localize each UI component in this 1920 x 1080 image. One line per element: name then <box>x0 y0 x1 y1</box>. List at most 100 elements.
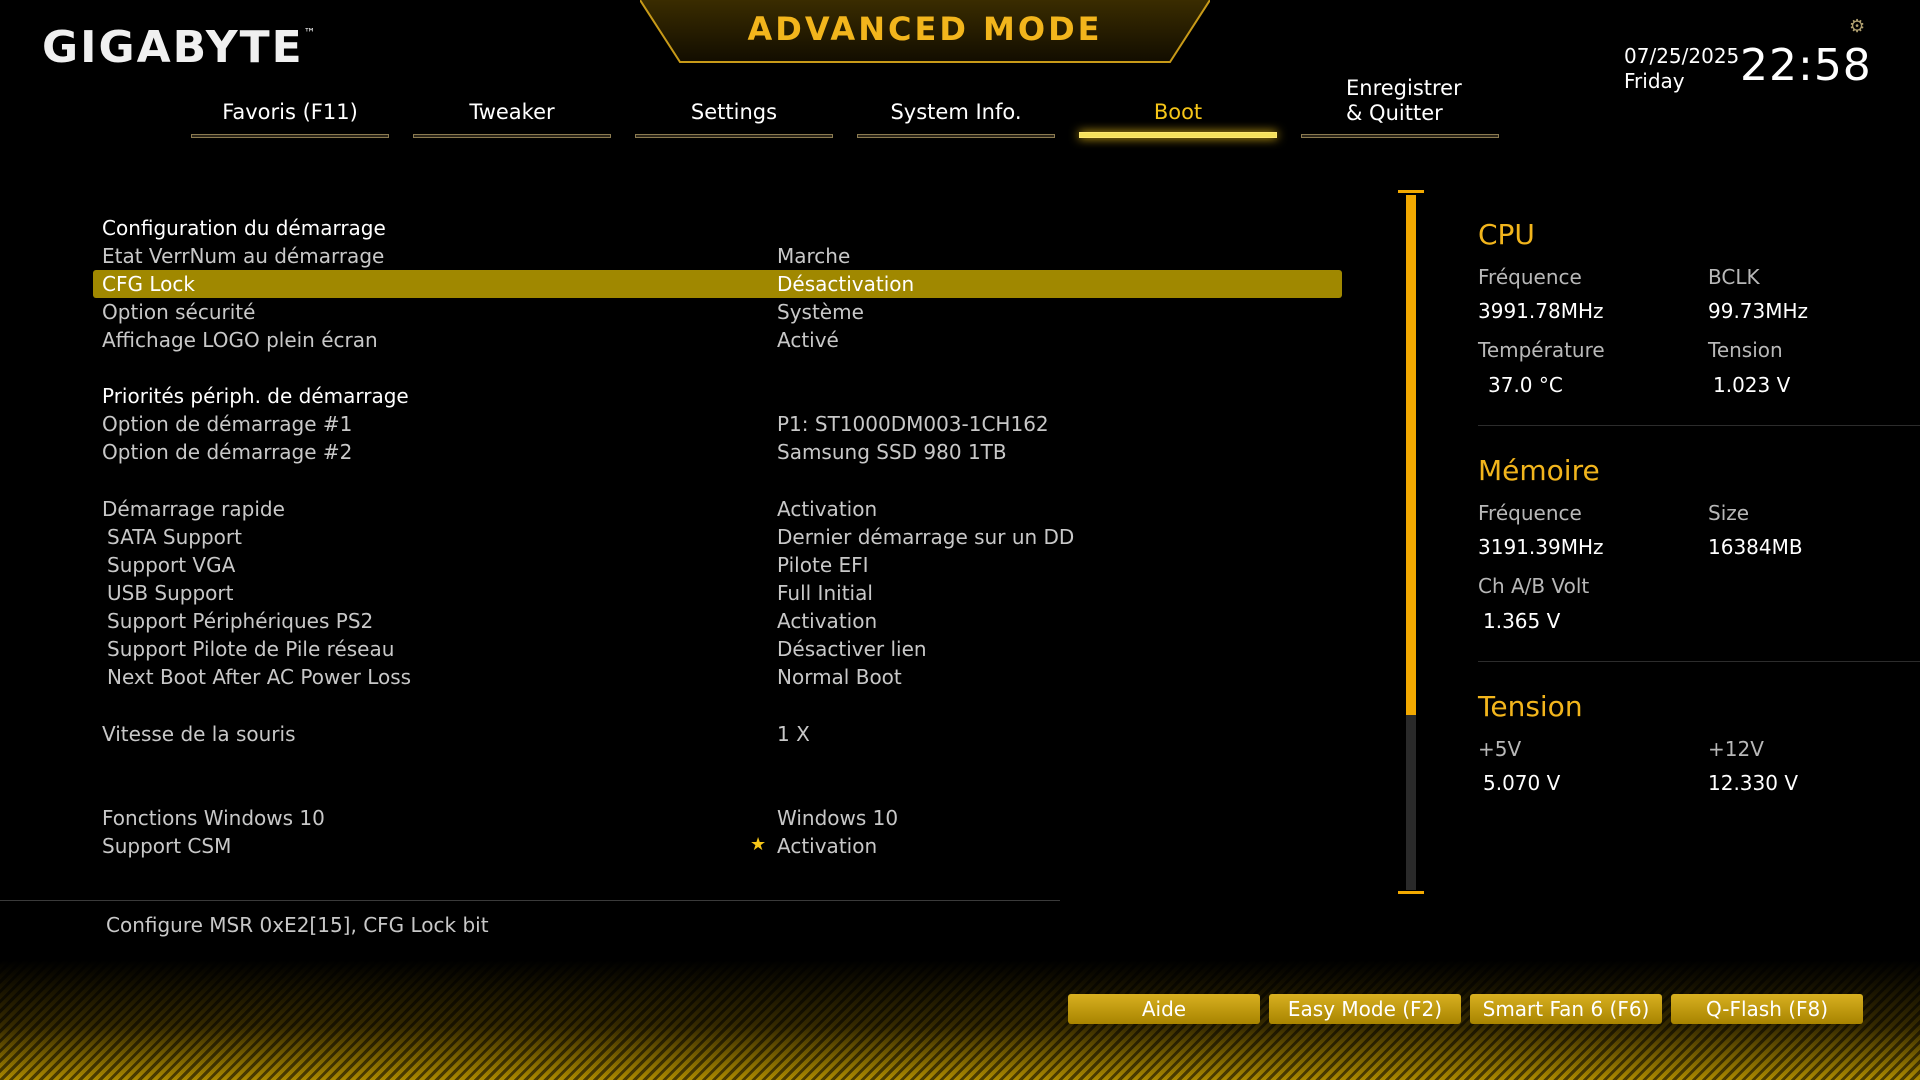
setting-label: Option de démarrage #1 <box>102 412 353 436</box>
setting-value: P1: ST1000DM003-1CH162 <box>777 412 1049 436</box>
setting-label: Support Pilote de Pile réseau <box>107 637 395 661</box>
tab-tweaker[interactable]: Tweaker <box>413 90 611 138</box>
setting-mouse-speed[interactable]: Vitesse de la souris 1 X <box>93 720 1342 748</box>
setting-numlock[interactable]: Etat VerrNum au démarrage Marche <box>93 242 1342 270</box>
section-boot-priority: Priorités périph. de démarrage <box>102 384 409 408</box>
tab-underline <box>1079 132 1277 138</box>
setting-value: Dernier démarrage sur un DD <box>777 525 1075 549</box>
setting-label: Fonctions Windows 10 <box>102 806 325 830</box>
setting-next-boot-ac[interactable]: Next Boot After AC Power Loss Normal Boot <box>93 663 1342 691</box>
setting-value: Désactiver lien <box>777 637 927 661</box>
setting-label: Démarrage rapide <box>102 497 285 521</box>
setting-value: Désactivation <box>777 272 915 296</box>
star-icon: ★ <box>750 834 767 855</box>
setting-value: Activation <box>777 609 878 633</box>
setting-value: Activation <box>777 834 878 858</box>
setting-label: USB Support <box>107 581 234 605</box>
section-boot-config: Configuration du démarrage <box>102 216 386 240</box>
q-flash-button[interactable]: Q-Flash (F8) <box>1671 994 1863 1024</box>
v5-label: +5V <box>1478 737 1522 761</box>
clock: 22:58 <box>1740 40 1872 91</box>
date-text: 07/25/2025 <box>1624 44 1740 68</box>
mode-title: ADVANCED MODE <box>747 10 1103 48</box>
setting-value: Samsung SSD 980 1TB <box>777 440 1007 464</box>
tab-favoris[interactable]: Favoris (F11) <box>191 90 389 138</box>
setting-label: CFG Lock <box>102 272 195 296</box>
setting-fast-boot[interactable]: Démarrage rapide Activation <box>93 495 1342 523</box>
cpu-temp-label: Température <box>1478 338 1605 362</box>
setting-label: Next Boot After AC Power Loss <box>107 665 412 689</box>
memory-size-value: 16384MB <box>1708 535 1803 559</box>
setting-label: Option de démarrage #2 <box>102 440 353 464</box>
day-text: Friday <box>1624 69 1685 93</box>
setting-boot-option-1[interactable]: Option de démarrage #1 P1: ST1000DM003-1C… <box>93 410 1342 438</box>
setting-sata-support[interactable]: SATA Support Dernier démarrage sur un DD <box>93 523 1342 551</box>
setting-value: Full Initial <box>777 581 873 605</box>
memory-volt-value: 1.365 V <box>1483 609 1561 633</box>
memory-size-label: Size <box>1708 501 1750 525</box>
setting-value: Normal Boot <box>777 665 902 689</box>
setting-value: 1 X <box>777 722 810 746</box>
smart-fan-button[interactable]: Smart Fan 6 (F6) <box>1470 994 1662 1024</box>
tab-label: Tweaker <box>469 100 555 124</box>
cpu-bclk-label: BCLK <box>1708 265 1760 289</box>
setting-label: Affichage LOGO plein écran <box>102 328 378 352</box>
setting-ps2-support[interactable]: Support Périphériques PS2 Activation <box>93 607 1342 635</box>
memory-volt-label: Ch A/B Volt <box>1478 574 1590 598</box>
cpu-volt-value: 1.023 V <box>1713 373 1791 397</box>
memory-title: Mémoire <box>1478 454 1600 487</box>
voltage-title: Tension <box>1478 690 1583 723</box>
setting-label: Support VGA <box>107 553 236 577</box>
v12-value: 12.330 V <box>1708 771 1799 795</box>
tab-label: Boot <box>1153 100 1203 124</box>
setting-value: Activé <box>777 328 839 352</box>
setting-value: Windows 10 <box>777 806 899 830</box>
setting-value: Activation <box>777 497 878 521</box>
tab-system-info[interactable]: System Info. <box>857 90 1055 138</box>
tab-underline <box>413 134 611 138</box>
cpu-freq-value: 3991.78MHz <box>1478 299 1604 323</box>
scrollbar-thumb[interactable] <box>1406 195 1416 715</box>
tab-settings[interactable]: Settings <box>635 90 833 138</box>
tab-underline <box>635 134 833 138</box>
cpu-title: CPU <box>1478 218 1535 251</box>
tab-label: System Info. <box>890 100 1022 124</box>
tab-boot[interactable]: Boot <box>1079 90 1277 138</box>
tab-underline <box>191 134 389 138</box>
setting-label: Support CSM <box>102 834 232 858</box>
scrollbar-top-cap <box>1398 190 1424 193</box>
gigabyte-logo: GIGABYTE™ <box>42 22 318 73</box>
memory-freq-label: Fréquence <box>1478 501 1582 525</box>
memory-freq-value: 3191.39MHz <box>1478 535 1604 559</box>
cpu-freq-label: Fréquence <box>1478 265 1582 289</box>
setting-boot-option-2[interactable]: Option de démarrage #2 Samsung SSD 980 1T… <box>93 438 1342 466</box>
setting-label: Option sécurité <box>102 300 256 324</box>
v12-label: +12V <box>1708 737 1764 761</box>
setting-csm-support[interactable]: Support CSM ★ Activation <box>93 832 1342 860</box>
setting-value: Système <box>777 300 864 324</box>
setting-vga-support[interactable]: Support VGA Pilote EFI <box>93 551 1342 579</box>
date-display: 07/25/2025 Friday <box>1624 44 1739 94</box>
setting-windows10-features[interactable]: Fonctions Windows 10 Windows 10 <box>93 804 1342 832</box>
help-button[interactable]: Aide <box>1068 994 1260 1024</box>
setting-label: Etat VerrNum au démarrage <box>102 244 385 268</box>
help-text: Configure MSR 0xE2[15], CFG Lock bit <box>106 913 489 937</box>
setting-value: Marche <box>777 244 851 268</box>
cpu-temp-value: 37.0 °C <box>1488 373 1563 397</box>
setting-cfg-lock[interactable]: CFG Lock Désactivation <box>93 270 1342 298</box>
v5-value: 5.070 V <box>1483 771 1561 795</box>
panel-divider <box>1478 661 1920 662</box>
setting-fullscreen-logo[interactable]: Affichage LOGO plein écran Activé <box>93 326 1342 354</box>
tab-underline <box>1301 134 1499 138</box>
scrollbar-bottom-cap <box>1398 891 1424 894</box>
setting-usb-support[interactable]: USB Support Full Initial <box>93 579 1342 607</box>
gear-icon[interactable]: ⚙ <box>1849 16 1865 37</box>
cpu-volt-label: Tension <box>1708 338 1783 362</box>
tab-label: Favoris (F11) <box>222 100 358 124</box>
tab-save-exit[interactable]: Enregistrer & Quitter <box>1301 76 1499 138</box>
cpu-bclk-value: 99.73MHz <box>1708 299 1809 323</box>
easy-mode-button[interactable]: Easy Mode (F2) <box>1269 994 1461 1024</box>
setting-security-option[interactable]: Option sécurité Système <box>93 298 1342 326</box>
setting-network-stack[interactable]: Support Pilote de Pile réseau Désactiver … <box>93 635 1342 663</box>
setting-label: Vitesse de la souris <box>102 722 296 746</box>
